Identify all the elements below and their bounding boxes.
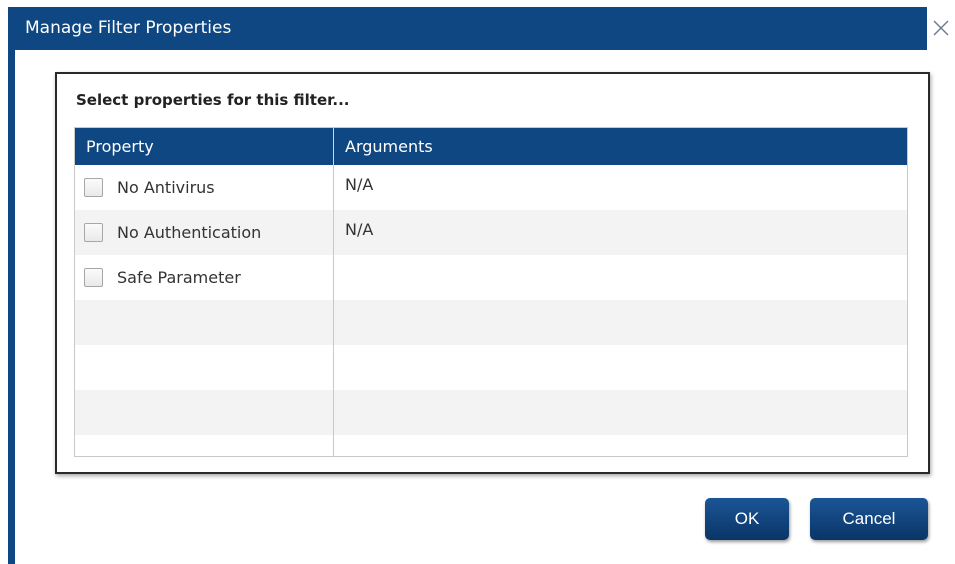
properties-panel: Select properties for this filter... Pro… — [55, 72, 930, 474]
table-row[interactable]: Safe Parameter — [75, 255, 907, 300]
panel-caption: Select properties for this filter... — [76, 91, 350, 109]
close-button[interactable] — [927, 7, 955, 50]
table-row[interactable]: No Antivirus N/A — [75, 165, 907, 210]
empty-row — [75, 300, 907, 345]
cancel-button[interactable]: Cancel — [810, 498, 928, 540]
safe-parameter-checkbox[interactable] — [84, 268, 103, 287]
column-divider — [333, 165, 334, 456]
title-bar: Manage Filter Properties — [15, 7, 955, 50]
empty-row — [75, 435, 907, 456]
dialog-title: Manage Filter Properties — [25, 18, 232, 38]
property-label: No Antivirus — [117, 178, 215, 197]
manage-filter-properties-dialog: Manage Filter Properties Select properti… — [8, 7, 955, 564]
empty-row — [75, 345, 907, 390]
close-icon — [933, 20, 949, 36]
property-label: Safe Parameter — [117, 268, 241, 287]
argument-value: N/A — [345, 220, 374, 239]
empty-row — [75, 390, 907, 435]
properties-grid: Property Arguments No Antivirus N/A No A… — [74, 127, 908, 457]
no-authentication-checkbox[interactable] — [84, 223, 103, 242]
table-row[interactable]: No Authentication N/A — [75, 210, 907, 255]
ok-button[interactable]: OK — [705, 498, 789, 540]
grid-rows: No Antivirus N/A No Authentication N/A S… — [75, 165, 907, 456]
column-header-arguments[interactable]: Arguments — [333, 128, 907, 165]
argument-value: N/A — [345, 175, 374, 194]
column-header-property[interactable]: Property — [75, 128, 333, 165]
no-antivirus-checkbox[interactable] — [84, 178, 103, 197]
property-label: No Authentication — [117, 223, 262, 242]
grid-header: Property Arguments — [75, 128, 907, 165]
